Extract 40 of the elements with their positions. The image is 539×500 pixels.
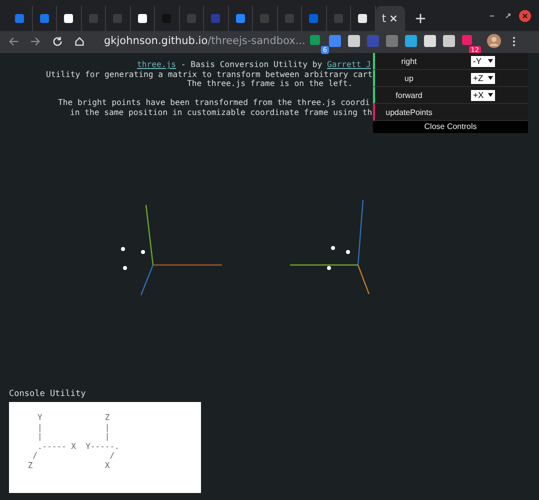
description-text: The three.js frame is on the left. (186, 79, 354, 88)
extension-icon[interactable] (405, 35, 417, 47)
console-output: Y Z | | | | .----- X Y-----. / / Z X (9, 402, 201, 493)
close-icon[interactable] (389, 14, 398, 23)
control-label: up (404, 74, 414, 82)
caret-icon (488, 76, 493, 80)
control-label: right (400, 56, 418, 66)
axis-select[interactable]: +X (471, 90, 495, 100)
threejs-link[interactable]: three.js (137, 59, 176, 69)
caret-icon (488, 59, 493, 63)
author-link[interactable]: Garrett J (327, 59, 371, 69)
url-text: gkjohnson.github.io/threejs-sandbox... (104, 35, 306, 47)
home-icon[interactable] (74, 36, 85, 46)
extension-icon[interactable] (424, 35, 436, 47)
description-text: Utility for generating a matrix to transform between arbitrary cart (45, 70, 373, 79)
console-title: Console Utility (9, 389, 87, 399)
extension-icon[interactable] (462, 35, 472, 45)
page-title: - Basis Conversion Utility by (180, 59, 324, 69)
avatar-icon[interactable] (487, 34, 501, 48)
browser-tab[interactable]: t (376, 6, 404, 31)
forward-icon[interactable] (30, 36, 41, 46)
maximize-icon[interactable] (503, 10, 513, 20)
reload-icon[interactable] (52, 36, 63, 46)
extension-icon[interactable] (348, 35, 360, 47)
control-label: forward (394, 90, 424, 100)
new-tab-icon[interactable] (414, 13, 426, 24)
extension-icon[interactable] (310, 35, 320, 45)
axis-select[interactable]: -Y (471, 56, 495, 66)
caret-icon (488, 93, 493, 97)
description-text: in the same position in customizable coordinate frame using th (69, 108, 373, 117)
axis-select[interactable]: +Z (471, 72, 495, 84)
back-icon[interactable] (8, 36, 19, 46)
close-controls-button[interactable]: Close Controls (373, 121, 528, 133)
update-points-button[interactable]: updatePoints (379, 108, 439, 116)
close-icon[interactable] (519, 10, 531, 22)
description-text: The bright points have been transformed from the three.js coordi (57, 98, 371, 108)
extension-icon[interactable] (329, 35, 341, 47)
extension-icon[interactable] (386, 35, 398, 47)
menu-icon[interactable] (512, 36, 516, 46)
extension-icon[interactable] (443, 35, 455, 47)
